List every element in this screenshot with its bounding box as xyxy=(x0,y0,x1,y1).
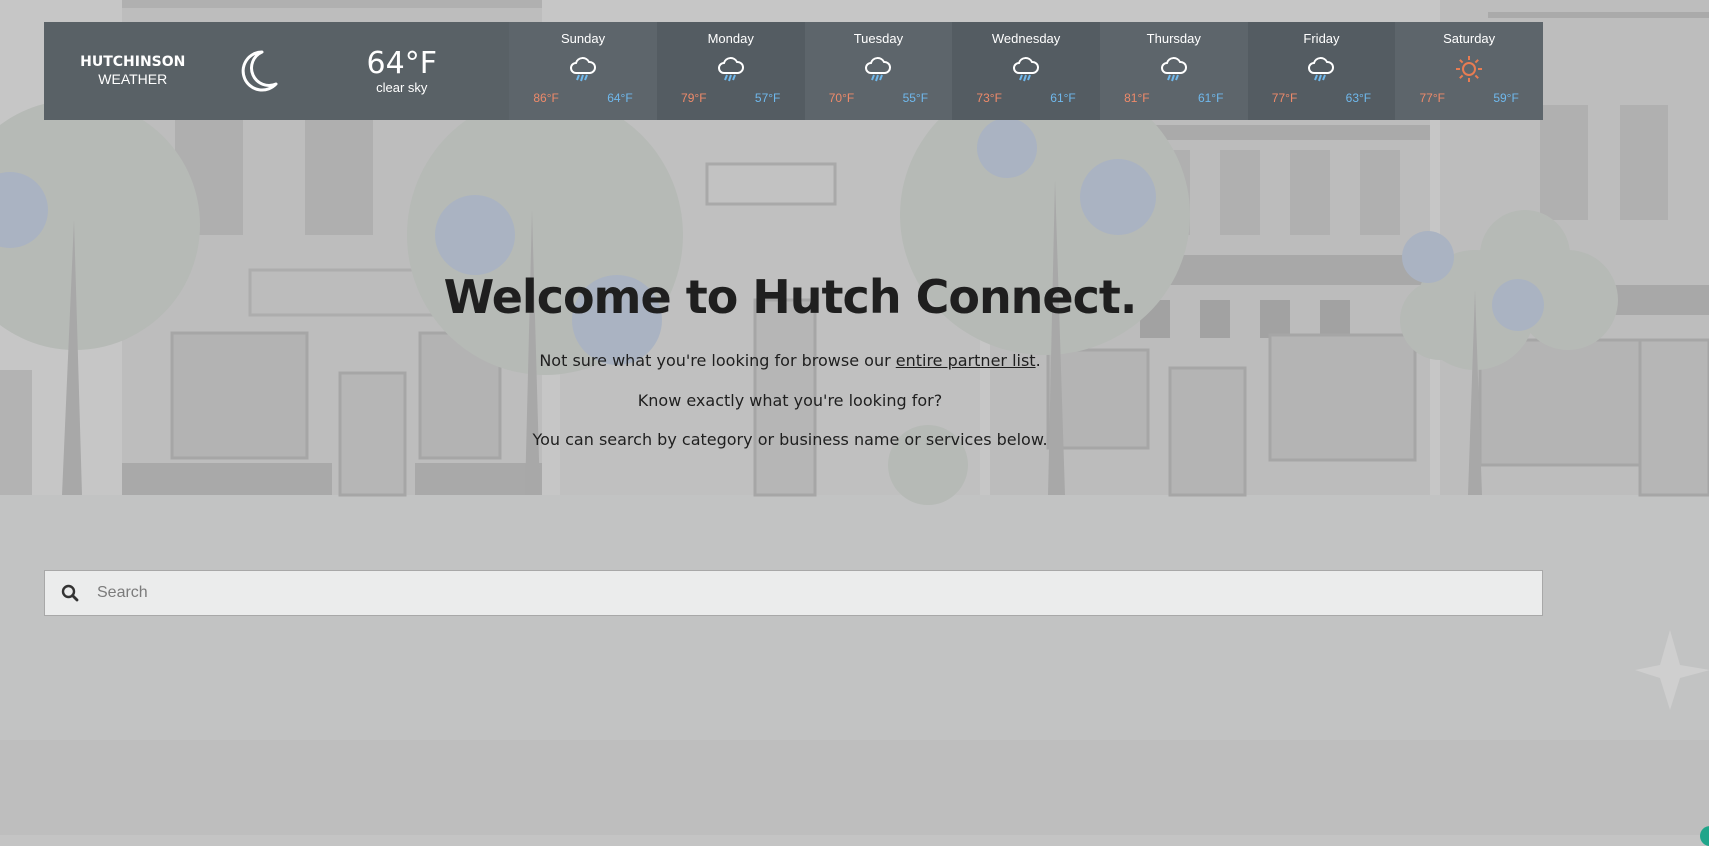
partner-list-prefix: Not sure what you're looking for browse … xyxy=(539,351,896,370)
low-temp: 61°F xyxy=(1050,91,1076,105)
weather-widget: HUTCHINSON WEATHER 64°F clear sky Sunday… xyxy=(44,22,1543,120)
high-temp: 81°F xyxy=(1124,91,1150,105)
current-desc: clear sky xyxy=(376,79,428,95)
forecast-day: Saturday 77°F 59°F xyxy=(1395,22,1543,120)
low-temp: 57°F xyxy=(754,91,781,105)
low-temp: 59°F xyxy=(1493,91,1519,105)
low-temp: 61°F xyxy=(1197,91,1224,105)
forecast-day: Sunday 86°F 64°F xyxy=(509,22,657,120)
rain-cloud-icon xyxy=(1306,49,1336,89)
low-temp: 64°F xyxy=(607,91,633,105)
hero-section: Welcome to Hutch Connect. Not sure what … xyxy=(0,270,1580,449)
day-name: Wednesday xyxy=(991,31,1061,46)
forecast-day: Wednesday 73°F 61°F xyxy=(952,22,1100,120)
current-temp: 64°F xyxy=(366,45,437,81)
city-name: HUTCHINSON xyxy=(80,54,186,70)
high-temp: 79°F xyxy=(681,91,707,105)
low-temp: 55°F xyxy=(902,91,929,105)
day-name: Saturday xyxy=(1443,31,1496,46)
day-name: Monday xyxy=(707,31,754,46)
high-temp: 77°F xyxy=(1271,91,1298,105)
sun-icon xyxy=(1454,49,1484,89)
forecast-day: Friday 77°F 63°F xyxy=(1247,22,1396,120)
forecast-day: Tuesday 70°F 55°F xyxy=(804,22,953,120)
day-name: Tuesday xyxy=(853,31,904,46)
current-weather: 64°F clear sky xyxy=(294,22,509,120)
rain-cloud-icon xyxy=(568,49,598,89)
forecast-days: Sunday 86°F 64°F Monday 79°F 57°F Tuesday … xyxy=(509,22,1543,120)
moon-icon xyxy=(222,22,295,120)
weather-label: WEATHER xyxy=(98,71,168,87)
high-temp: 77°F xyxy=(1419,91,1445,105)
rain-cloud-icon xyxy=(1159,49,1189,89)
search-hint-text: You can search by category or business n… xyxy=(532,430,1048,449)
search-bar[interactable] xyxy=(44,570,1543,616)
partner-list-text: Not sure what you're looking for browse … xyxy=(0,351,1580,370)
search-input[interactable] xyxy=(95,572,1542,614)
high-temp: 86°F xyxy=(533,91,559,105)
forecast-day: Monday 79°F 57°F xyxy=(656,22,805,120)
day-name: Thursday xyxy=(1146,31,1201,46)
search-icon xyxy=(45,584,95,602)
chat-launcher[interactable] xyxy=(1700,826,1709,846)
rain-cloud-icon xyxy=(1011,49,1041,89)
low-temp: 63°F xyxy=(1345,91,1372,105)
day-name: Friday xyxy=(1303,31,1340,46)
rain-cloud-icon xyxy=(863,49,893,89)
high-temp: 70°F xyxy=(828,91,855,105)
know-text: Know exactly what you're looking for? xyxy=(637,391,943,410)
forecast-day: Thursday 81°F 61°F xyxy=(1099,22,1248,120)
partner-list-suffix: . xyxy=(1035,351,1041,370)
partner-list-link[interactable]: entire partner list xyxy=(896,351,1036,370)
weather-location: HUTCHINSON WEATHER xyxy=(44,22,222,120)
rain-cloud-icon xyxy=(716,49,746,89)
page-title: Welcome to Hutch Connect. xyxy=(443,270,1138,324)
high-temp: 73°F xyxy=(976,91,1002,105)
day-name: Sunday xyxy=(560,31,606,46)
